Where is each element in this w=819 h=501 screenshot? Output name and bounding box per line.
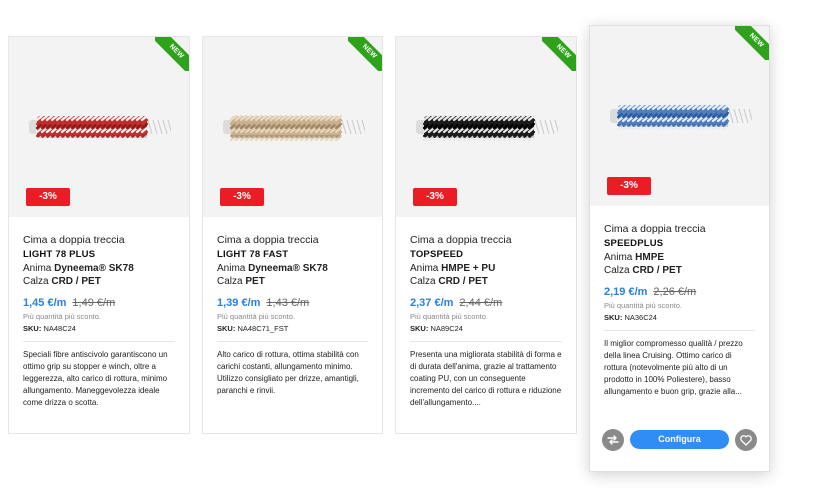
price-current: 2,37 €/m (410, 297, 454, 309)
rope-image (610, 103, 752, 131)
new-ribbon: NEW (348, 37, 382, 71)
discount-badge: -3% (220, 188, 264, 206)
configure-button[interactable]: Configura (630, 430, 729, 449)
new-ribbon: NEW (155, 37, 189, 71)
heart-icon[interactable] (735, 429, 757, 451)
price-old: 2,26 €/m (653, 286, 697, 298)
product-name[interactable]: LIGHT 78 PLUS (23, 249, 175, 260)
product-type: Cima a doppia treccia (217, 234, 319, 246)
sku: SKU: NA36C24 (604, 313, 657, 322)
price-row: 1,45 €/m 1,49 €/m (23, 297, 175, 309)
cover-spec: Calza PET (217, 276, 265, 287)
discount-badge: -3% (413, 188, 457, 206)
cover-spec: Calza CRD / PET (23, 276, 101, 287)
price-row: 1,39 €/m 1,43 €/m (217, 297, 368, 309)
compare-arrows-icon[interactable] (602, 429, 624, 451)
rope-image (29, 114, 171, 142)
product-info: Cima a doppia treccia LIGHT 78 PLUS Anim… (23, 234, 175, 409)
product-name[interactable]: SPEEDPLUS (604, 238, 755, 249)
product-info: Cima a doppia treccia LIGHT 78 FAST Anim… (217, 234, 368, 397)
divider (410, 341, 562, 342)
rope-image (416, 114, 558, 142)
product-info: Cima a doppia treccia SPEEDPLUS Anima HM… (604, 223, 755, 398)
rope-image (223, 114, 365, 142)
cover-spec: Calza CRD / PET (410, 276, 488, 287)
price-old: 1,49 €/m (72, 297, 116, 309)
product-description: Speciali fibre antiscivolo garantiscono … (23, 350, 168, 407)
divider (23, 341, 175, 342)
product-type: Cima a doppia treccia (410, 234, 512, 246)
product-card[interactable]: -3% NEW Cima a doppia treccia LIGHT 78 F… (202, 36, 383, 434)
price-current: 1,39 €/m (217, 297, 261, 309)
product-description: Presenta una migliorata stabilità di for… (410, 350, 562, 407)
price-old: 2,44 €/m (459, 297, 503, 309)
discount-badge: -3% (607, 177, 651, 195)
core-spec: Anima Dyneema® SK78 (23, 263, 134, 274)
product-card[interactable]: -3% NEW Cima a doppia treccia LIGHT 78 P… (8, 36, 190, 434)
sku: SKU: NA48C24 (23, 324, 76, 333)
discount-note: Più quantità più sconto. (604, 301, 682, 310)
price-row: 2,19 €/m 2,26 €/m (604, 286, 755, 298)
product-card[interactable]: -3% NEW Cima a doppia treccia SPEEDPLUS … (589, 25, 770, 472)
discount-badge: -3% (26, 188, 70, 206)
sku: SKU: NA89C24 (410, 324, 463, 333)
cover-spec: Calza CRD / PET (604, 265, 682, 276)
product-description: Alto carico di rottura, ottima stabilità… (217, 350, 359, 395)
core-spec: Anima Dyneema® SK78 (217, 263, 328, 274)
discount-note: Più quantità più sconto. (217, 312, 295, 321)
product-type: Cima a doppia treccia (23, 234, 125, 246)
new-ribbon: NEW (542, 37, 576, 71)
price-row: 2,37 €/m 2,44 €/m (410, 297, 562, 309)
divider (604, 330, 755, 331)
discount-note: Più quantità più sconto. (410, 312, 488, 321)
core-spec: Anima HMPE + PU (410, 263, 496, 274)
product-name[interactable]: LIGHT 78 FAST (217, 249, 368, 260)
new-ribbon: NEW (735, 26, 769, 60)
price-old: 1,43 €/m (266, 297, 310, 309)
core-spec: Anima HMPE (604, 252, 665, 263)
product-info: Cima a doppia treccia TOPSPEED Anima HMP… (410, 234, 562, 409)
divider (217, 341, 368, 342)
card-actions: Configura (602, 429, 757, 451)
product-card[interactable]: -3% NEW Cima a doppia treccia TOPSPEED A… (395, 36, 577, 434)
discount-note: Più quantità più sconto. (23, 312, 101, 321)
price-current: 2,19 €/m (604, 286, 648, 298)
product-description: Il miglior compromesso qualità / prezzo … (604, 339, 743, 396)
product-type: Cima a doppia treccia (604, 223, 706, 235)
price-current: 1,45 €/m (23, 297, 67, 309)
sku: SKU: NA48C71_FST (217, 324, 289, 333)
product-name[interactable]: TOPSPEED (410, 249, 562, 260)
